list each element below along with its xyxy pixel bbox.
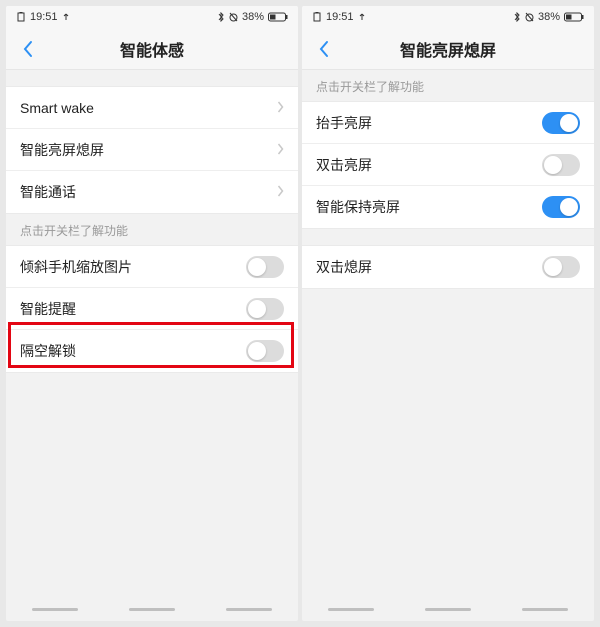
battery-warn-icon	[16, 12, 26, 22]
page-title: 智能亮屏熄屏	[400, 37, 496, 61]
bluetooth-icon	[513, 12, 521, 22]
toggle-switch[interactable]	[542, 196, 580, 218]
section-label: 点击开关栏了解功能	[302, 70, 594, 101]
row-label: 抬手亮屏	[316, 113, 372, 133]
battery-warn-icon	[312, 12, 322, 22]
toggle-air-unlock[interactable]: 隔空解锁	[6, 330, 298, 372]
battery-icon	[564, 12, 584, 22]
chevron-right-icon	[277, 142, 284, 158]
toggle-double-tap-sleep[interactable]: 双击熄屏	[302, 246, 594, 288]
chevron-left-icon	[22, 40, 34, 58]
toggle-switch[interactable]	[246, 256, 284, 278]
status-bar: 19:51 38%	[6, 6, 298, 28]
nav-back[interactable]	[32, 608, 78, 611]
battery-percent: 38%	[242, 11, 264, 23]
row-label: Smart wake	[20, 100, 94, 116]
phone-left: 19:51 38% 智能体感 Smart wake 智能亮屏熄屏	[6, 6, 298, 621]
nav-bar	[302, 597, 594, 621]
row-label: 智能亮屏熄屏	[20, 140, 104, 160]
toggle-group: 倾斜手机缩放图片 智能提醒 隔空解锁	[6, 245, 298, 373]
toggle-double-tap-wake[interactable]: 双击亮屏	[302, 144, 594, 186]
toggle-tilt-zoom[interactable]: 倾斜手机缩放图片	[6, 246, 298, 288]
back-button[interactable]	[310, 35, 338, 63]
nav-bar	[6, 597, 298, 621]
status-time: 19:51	[30, 11, 58, 23]
nav-home[interactable]	[129, 608, 175, 611]
section-label: 点击开关栏了解功能	[6, 214, 298, 245]
row-label: 隔空解锁	[20, 341, 76, 361]
chevron-right-icon	[277, 184, 284, 200]
header: 智能体感	[6, 28, 298, 70]
toggle-smart-stay[interactable]: 智能保持亮屏	[302, 186, 594, 228]
page-title: 智能体感	[120, 37, 184, 61]
toggle-raise-to-wake[interactable]: 抬手亮屏	[302, 102, 594, 144]
toggle-group-a: 抬手亮屏 双击亮屏 智能保持亮屏	[302, 101, 594, 229]
back-button[interactable]	[14, 35, 42, 63]
up-icon	[62, 13, 70, 21]
toggle-switch[interactable]	[246, 298, 284, 320]
alarm-off-icon	[229, 12, 238, 22]
row-label: 智能提醒	[20, 299, 76, 319]
row-label: 倾斜手机缩放图片	[20, 257, 132, 277]
nav-recent[interactable]	[522, 608, 568, 611]
bluetooth-icon	[217, 12, 225, 22]
phone-right: 19:51 38% 智能亮屏熄屏 点击开关栏了解功能 抬手亮屏 双击亮屏 智能保…	[302, 6, 594, 621]
status-bar: 19:51 38%	[302, 6, 594, 28]
nav-home[interactable]	[425, 608, 471, 611]
toggle-switch[interactable]	[246, 340, 284, 362]
status-time: 19:51	[326, 11, 354, 23]
row-label: 智能通话	[20, 182, 76, 202]
toggle-switch[interactable]	[542, 154, 580, 176]
chevron-right-icon	[277, 100, 284, 116]
up-icon	[358, 13, 366, 21]
alarm-off-icon	[525, 12, 534, 22]
nav-recent[interactable]	[226, 608, 272, 611]
nav-group: Smart wake 智能亮屏熄屏 智能通话	[6, 86, 298, 214]
chevron-left-icon	[318, 40, 330, 58]
row-label: 双击熄屏	[316, 257, 372, 277]
toggle-switch[interactable]	[542, 112, 580, 134]
battery-percent: 38%	[538, 11, 560, 23]
toggle-group-b: 双击熄屏	[302, 245, 594, 289]
toggle-smart-remind[interactable]: 智能提醒	[6, 288, 298, 330]
nav-smart-wake[interactable]: Smart wake	[6, 87, 298, 129]
nav-back[interactable]	[328, 608, 374, 611]
nav-screen-on-off[interactable]: 智能亮屏熄屏	[6, 129, 298, 171]
battery-icon	[268, 12, 288, 22]
row-label: 双击亮屏	[316, 155, 372, 175]
toggle-switch[interactable]	[542, 256, 580, 278]
header: 智能亮屏熄屏	[302, 28, 594, 70]
nav-smart-call[interactable]: 智能通话	[6, 171, 298, 213]
row-label: 智能保持亮屏	[316, 197, 400, 217]
